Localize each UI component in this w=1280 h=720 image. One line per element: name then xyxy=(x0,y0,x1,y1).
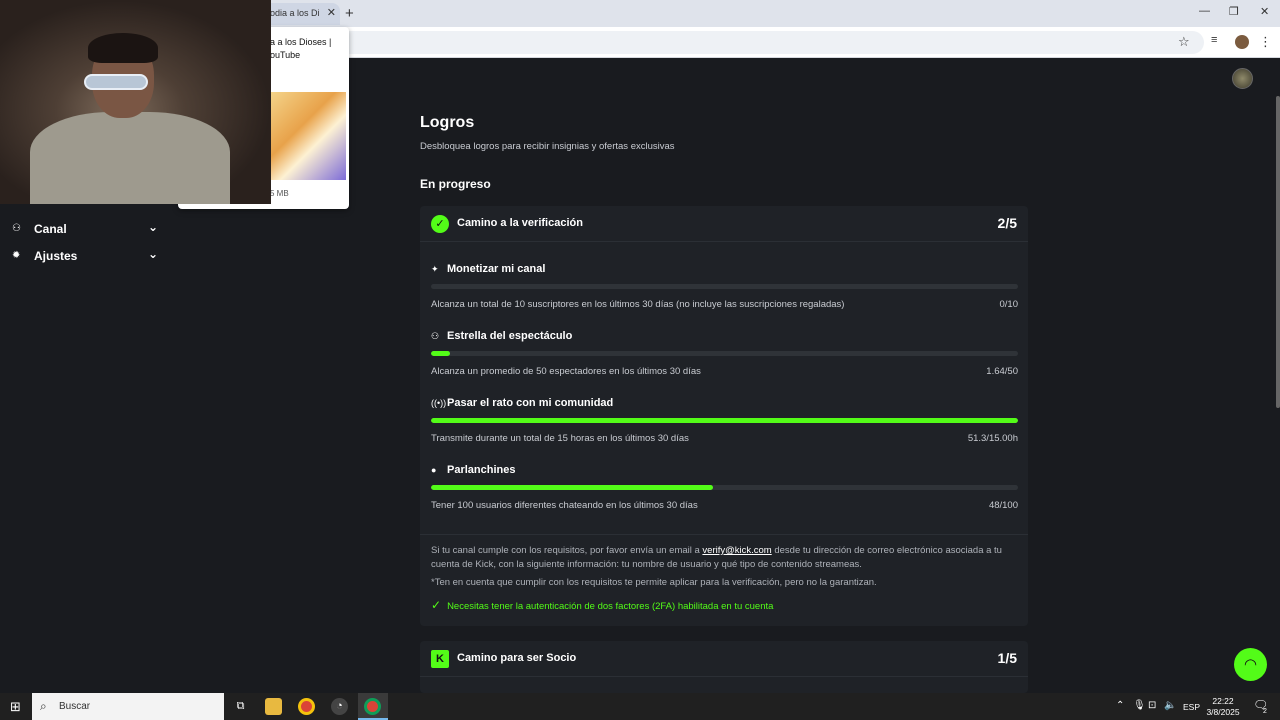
sunglasses xyxy=(84,74,148,90)
media-control-icon[interactable]: ≡ xyxy=(1211,34,1217,46)
file-explorer-icon[interactable] xyxy=(265,698,282,715)
people-icon: ⚇ xyxy=(431,331,440,341)
achievement-item: ✦ Monetizar mi canal Alcanza un total de… xyxy=(431,263,1018,319)
achievement-progress: 51.3/15.00h xyxy=(967,433,1018,444)
section-title: En progreso xyxy=(420,177,491,191)
card-title: Camino a la verificación xyxy=(457,217,583,229)
page-subtitle: Desbloquea logros para recibir insignias… xyxy=(420,141,675,152)
page-title: Logros xyxy=(420,114,475,131)
achievement-description: Transmite durante un total de 15 horas e… xyxy=(431,433,689,444)
achievement-description: Alcanza un promedio de 50 espectadores e… xyxy=(431,366,701,377)
person-hair xyxy=(88,33,158,63)
progress-bar xyxy=(431,418,1018,423)
verification-info: Si tu canal cumple con los requisitos, p… xyxy=(431,544,1018,571)
info-text-before: Si tu canal cumple con los requisitos, p… xyxy=(431,545,703,556)
new-tab-button[interactable]: + xyxy=(345,5,354,22)
divider xyxy=(420,534,1028,535)
chevron-down-icon[interactable]: ⌄ xyxy=(148,220,158,234)
task-view-icon[interactable]: ⧉ xyxy=(232,698,249,715)
clock[interactable]: 22:22 3/8/2025 xyxy=(1201,696,1245,718)
windows-start-icon[interactable]: ⊞ xyxy=(10,699,21,715)
preview-title: a a los Dioses | ouTube xyxy=(270,37,332,60)
requirement-text: Necesitas tener la autenticación de dos … xyxy=(447,601,774,612)
clock-date: 3/8/2025 xyxy=(1206,707,1240,717)
progress-bar xyxy=(431,284,1018,289)
card-header: K Camino para ser Socio 1/5 xyxy=(420,641,1028,677)
support-chat-button[interactable]: ◠ xyxy=(1234,648,1267,681)
progress-fill xyxy=(431,485,713,490)
windows-taskbar: ⊞ ⌕ Buscar ⧉ ◔ ⌃ 🎙 ⊡ 🔈 ESP 22:22 3/8/202… xyxy=(0,693,1280,720)
tray-chevron-icon[interactable]: ⌃ xyxy=(1116,700,1124,711)
partner-card: K Camino para ser Socio 1/5 xyxy=(420,641,1028,693)
notification-count: 2 xyxy=(1263,708,1267,715)
card-title: Camino para ser Socio xyxy=(457,652,577,664)
check-icon: ✓ xyxy=(431,598,442,612)
profile-avatar[interactable] xyxy=(1235,35,1249,49)
omnibox[interactable] xyxy=(262,31,1204,54)
microphone-icon[interactable]: 🎙 xyxy=(1133,700,1146,711)
minimize-icon[interactable]: — xyxy=(1199,5,1210,17)
achievement-title: Parlanchines xyxy=(447,464,516,476)
network-icon[interactable]: ⊡ xyxy=(1148,700,1156,711)
sidebar: ⚇ Canal ⌄ ✹ Ajustes ⌄ xyxy=(0,204,176,693)
verified-badge-icon: ✓ xyxy=(431,215,449,233)
chevron-down-icon[interactable]: ⌄ xyxy=(148,247,158,261)
sparkle-icon: ✦ xyxy=(431,264,439,274)
achievement-description: Alcanza un total de 10 suscriptores en l… xyxy=(431,299,845,310)
sidebar-item-label: Canal xyxy=(34,222,67,236)
achievement-progress: 0/10 xyxy=(999,299,1019,310)
achievement-item: ⚇ Estrella del espectáculo Alcanza un pr… xyxy=(431,330,1018,386)
preview-memory: 5 MB xyxy=(270,189,289,198)
broadcast-icon: ((•)) xyxy=(431,398,447,408)
star-icon[interactable]: ☆ xyxy=(1178,34,1190,50)
kick-logo-icon: K xyxy=(431,650,449,668)
achievement-title: Monetizar mi canal xyxy=(447,263,546,275)
sidebar-item-ajustes[interactable]: ✹ Ajustes ⌄ xyxy=(12,247,162,267)
achievement-item: ((•)) Pasar el rato con mi comunidad Tra… xyxy=(431,397,1018,453)
chat-bubble-icon: ● xyxy=(431,465,437,475)
chrome-icon xyxy=(364,698,381,715)
progress-bar xyxy=(431,351,1018,356)
search-icon: ⌕ xyxy=(40,699,47,713)
channel-icon: ⚇ xyxy=(12,223,21,234)
person-body xyxy=(30,112,230,204)
achievement-title: Pasar el rato con mi comunidad xyxy=(447,397,614,409)
requirement-2fa: ✓ Necesitas tener la autenticación de dos… xyxy=(431,598,773,612)
browser-tab[interactable]: odia a los Di ✕ xyxy=(262,3,340,25)
achievement-progress: 48/100 xyxy=(988,500,1018,511)
preview-thumbnail xyxy=(270,92,346,180)
clock-time: 22:22 xyxy=(1212,696,1234,706)
gear-icon: ✹ xyxy=(12,250,21,261)
progress-fill xyxy=(431,351,451,356)
search-placeholder: Buscar xyxy=(59,701,91,712)
restore-icon[interactable]: ❐ xyxy=(1229,5,1239,18)
progress-bar xyxy=(431,485,1018,490)
email-link[interactable]: verify@kick.com xyxy=(702,545,771,556)
tab-title: odia a los Di xyxy=(270,8,320,18)
achievement-progress: 1.64/50 xyxy=(986,366,1018,377)
page-scrollbar[interactable] xyxy=(1276,96,1280,408)
volume-icon[interactable]: 🔈 xyxy=(1164,700,1176,711)
webcam-overlay xyxy=(0,0,271,204)
card-count: 2/5 xyxy=(997,215,1017,231)
language-indicator[interactable]: ESP xyxy=(1183,702,1200,712)
active-app-chrome[interactable] xyxy=(358,693,388,720)
window-close-icon[interactable]: ✕ xyxy=(1260,5,1269,18)
taskbar-search[interactable]: ⌕ Buscar xyxy=(32,693,224,720)
app-icon[interactable]: ◔ xyxy=(331,698,348,715)
sidebar-item-canal[interactable]: ⚇ Canal ⌄ xyxy=(12,220,162,240)
card-header: ✓ Camino a la verificación 2/5 xyxy=(420,206,1028,242)
menu-icon[interactable]: ⋮ xyxy=(1259,34,1272,50)
achievement-description: Tener 100 usuarios diferentes chateando … xyxy=(431,500,698,511)
progress-fill xyxy=(431,418,1018,423)
achievement-title: Estrella del espectáculo xyxy=(447,330,573,342)
achievement-item: ● Parlanchines Tener 100 usuarios difere… xyxy=(431,464,1018,520)
sidebar-item-label: Ajustes xyxy=(34,249,78,263)
card-count: 1/5 xyxy=(997,650,1017,666)
chrome-icon[interactable] xyxy=(298,698,315,715)
close-icon[interactable]: ✕ xyxy=(327,6,336,19)
verification-card: ✓ Camino a la verificación 2/5 ✦ Monetiz… xyxy=(420,206,1028,626)
user-avatar[interactable] xyxy=(1232,68,1253,89)
verification-note: *Ten en cuenta que cumplir con los requi… xyxy=(431,577,877,588)
